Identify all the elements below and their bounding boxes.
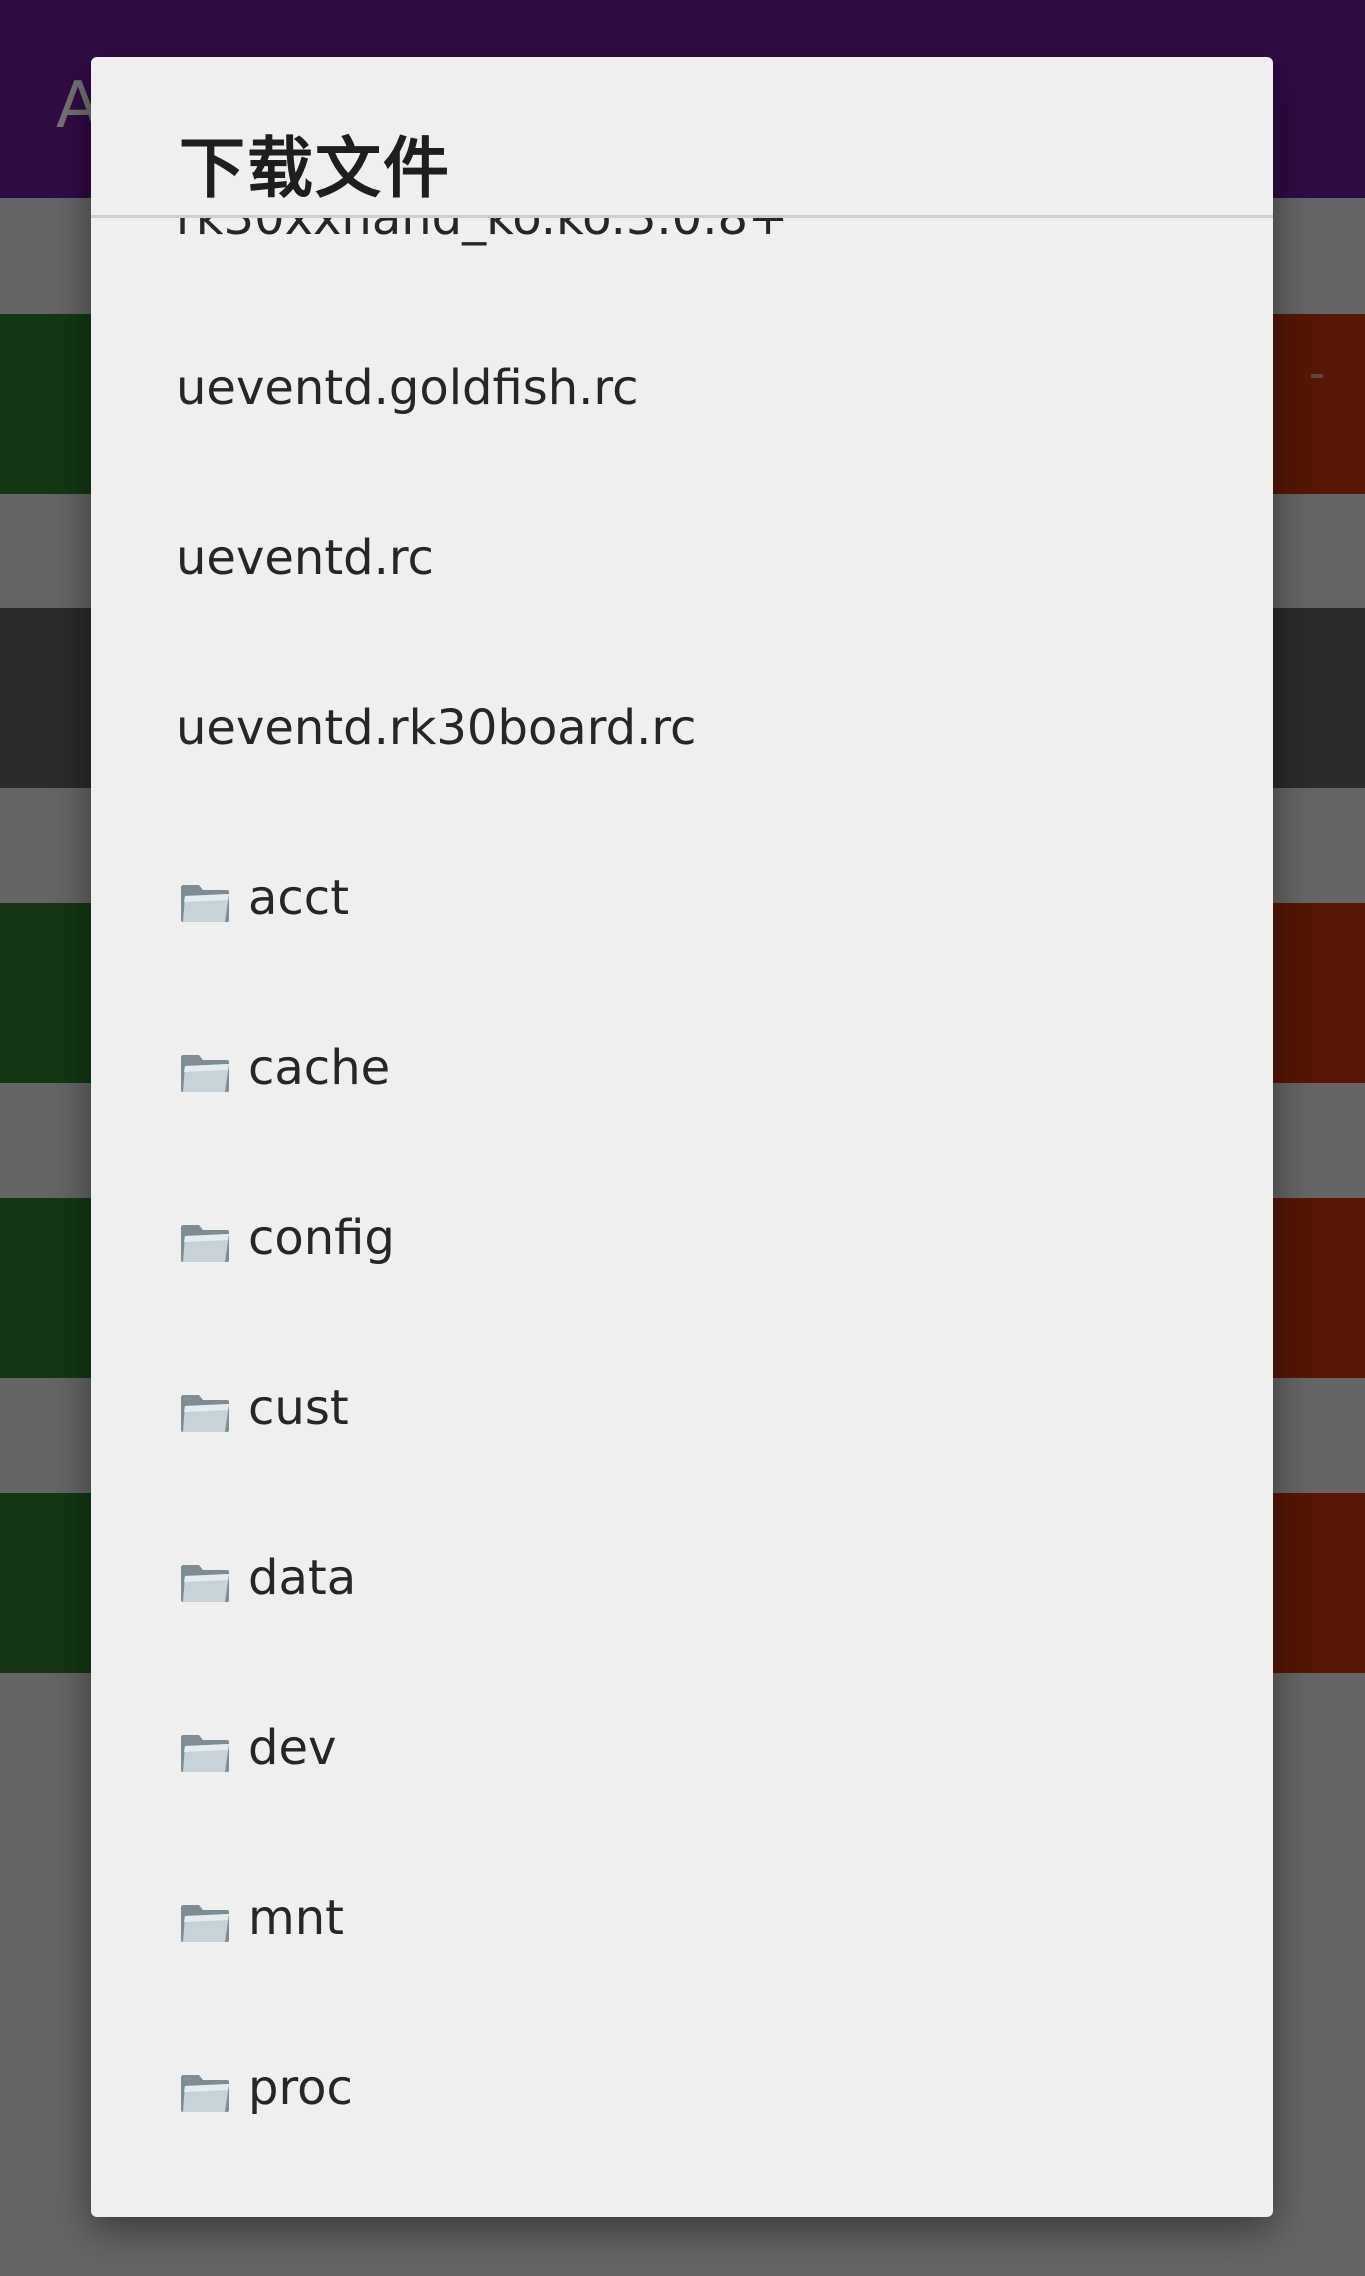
folder-name: cust [248,1380,349,1436]
folder-name: mnt [248,1890,344,1946]
folder-name: proc [248,2060,353,2116]
folder-item[interactable]: proc [91,2038,1273,2208]
folder-name: dev [248,1720,337,1776]
folder-icon [181,1735,229,1772]
folder-name: data [248,1550,357,1606]
file-item[interactable]: rk30xxnand_ko.ko.3.0.8+ [91,218,1273,338]
folder-icon [181,2075,229,2112]
folder-icon [181,1395,229,1432]
file-item[interactable]: ueventd.rk30board.rc [91,678,1273,848]
file-name: rk30xxnand_ko.ko.3.0.8+ [176,218,789,246]
folder-item[interactable]: cust [91,1358,1273,1528]
folder-icon [181,1225,229,1262]
download-file-dialog: 下载文件 rk30xxnand_ko.ko.3.0.8+ ueventd.gol… [91,57,1273,2217]
file-item[interactable]: ueventd.goldfish.rc [91,338,1273,508]
folder-name: cache [248,1040,391,1096]
folder-name: acct [248,870,350,926]
folder-item[interactable]: dev [91,1698,1273,1868]
folder-icon [181,1905,229,1942]
dialog-title: 下载文件 [179,130,451,207]
folder-item[interactable]: mnt [91,1868,1273,2038]
file-name: ueventd.rk30board.rc [176,700,697,756]
folder-item[interactable]: data [91,1528,1273,1698]
file-list[interactable]: rk30xxnand_ko.ko.3.0.8+ ueventd.goldfish… [91,218,1273,2217]
folder-icon [181,1055,229,1092]
folder-icon [181,1565,229,1602]
folder-item[interactable]: config [91,1188,1273,1358]
file-item[interactable]: ueventd.rc [91,508,1273,678]
file-name: ueventd.rc [176,530,434,586]
folder-icon [181,885,229,922]
folder-name: config [248,1210,395,1266]
folder-item[interactable]: acct [91,848,1273,1018]
file-name: ueventd.goldfish.rc [176,360,639,416]
folder-item[interactable]: cache [91,1018,1273,1188]
